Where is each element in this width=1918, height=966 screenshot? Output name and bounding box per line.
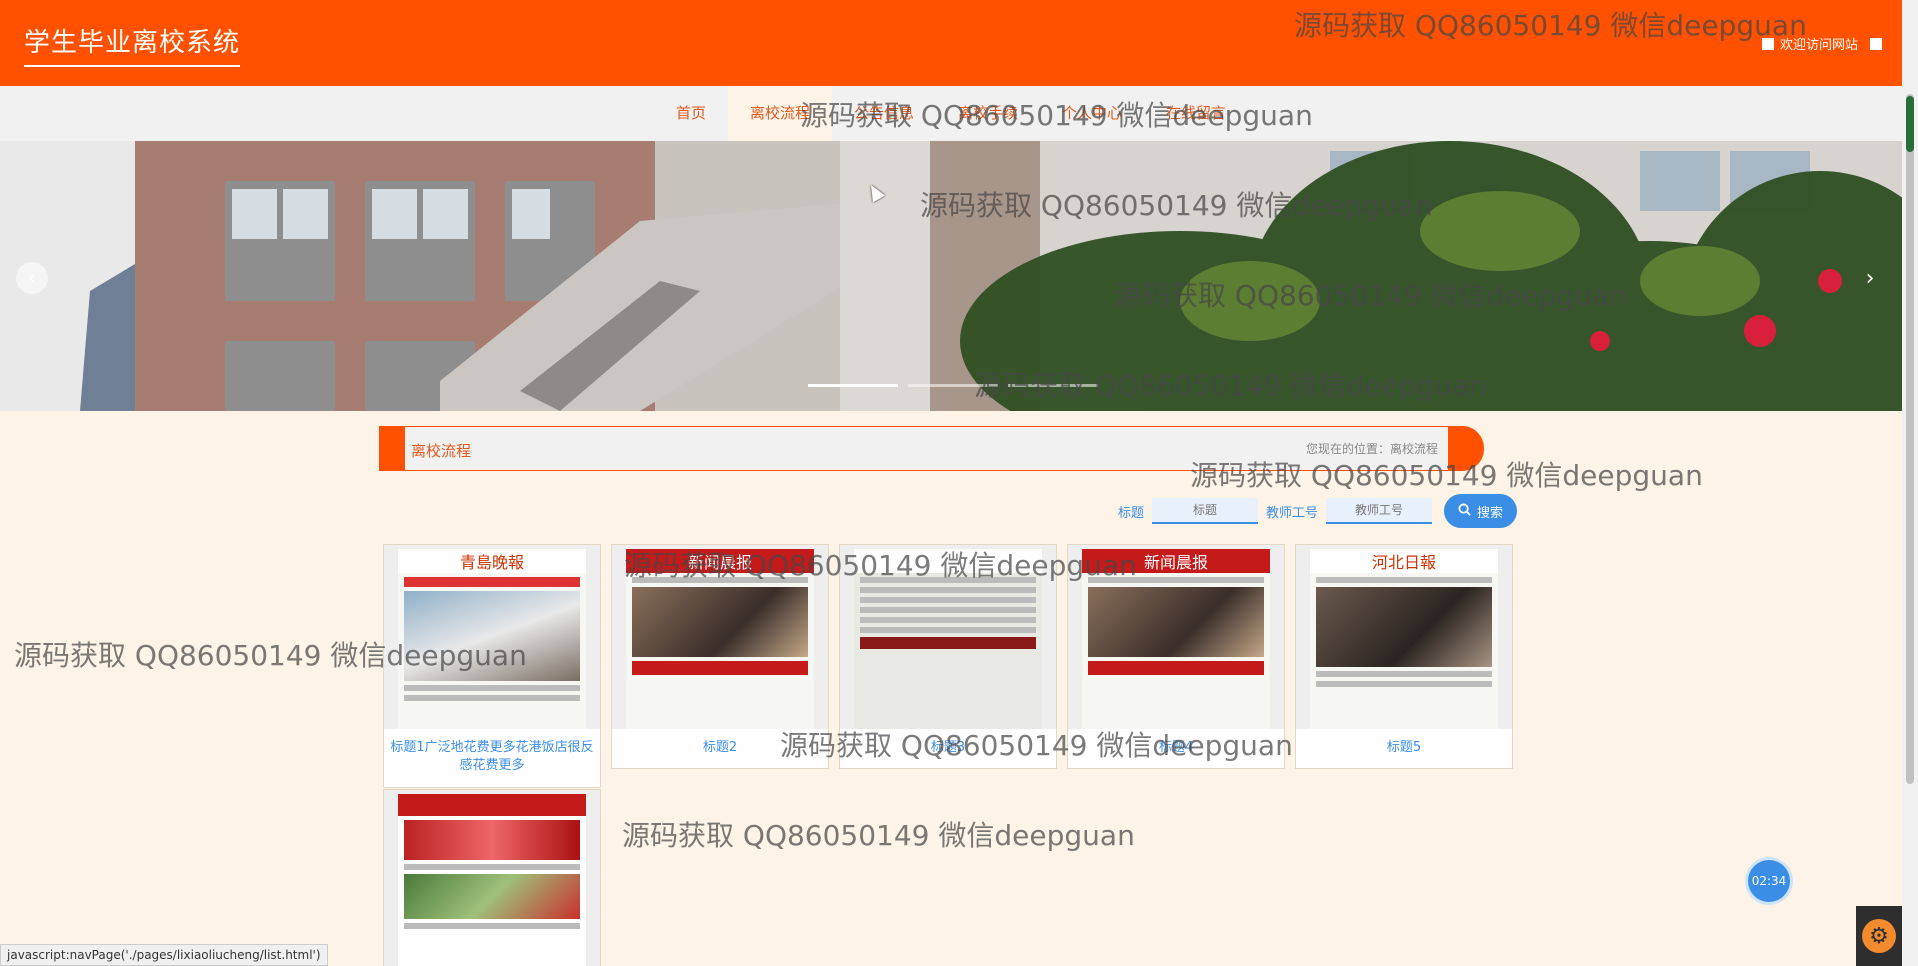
newspaper-masthead: 青島晚報 [398,549,586,573]
timer-badge[interactable]: 02:34 [1748,860,1790,902]
card-caption[interactable]: 标题4 [1068,729,1284,767]
card-caption[interactable]: 标题1广泛地花费更多花港饭店很反感花费更多 [384,729,600,785]
search-button-label: 搜索 [1477,505,1504,521]
carousel-indicator[interactable] [808,384,898,387]
newspaper-masthead [854,549,1042,573]
banner-image [0,141,1902,411]
nav-item-personal-center[interactable]: 个人中心 [1040,86,1144,141]
scrollbar-thumb-highlight [1906,96,1914,152]
carousel-indicator[interactable] [1008,384,1098,387]
banner-carousel[interactable]: ‹ › [0,141,1902,411]
floating-widget[interactable]: ⚙ [1856,906,1902,966]
welcome-label: 欢迎访问网站 [1779,38,1858,53]
watermark-text: 源码获取 QQ86050149 微信deepguan [622,819,1135,852]
card-caption[interactable]: 标题5 [1296,729,1512,767]
section-title: 离校流程 [411,442,472,460]
chevron-left-icon: ‹ [27,265,37,291]
chevron-right-icon: › [1865,265,1875,291]
breadcrumb: 您现在的位置：离校流程 [1305,442,1438,456]
card-thumbnail: 青島晚報 [384,545,600,729]
section-endcap [1448,426,1484,471]
title-search-input[interactable] [1152,498,1259,524]
nav-item-home[interactable]: 首页 [654,86,728,141]
newspaper-masthead [398,794,586,816]
teacher-id-input[interactable] [1326,498,1433,524]
page-scrollbar[interactable] [1902,0,1918,966]
card-thumbnail: 新闻晨报 [612,545,828,729]
welcome-link[interactable]: 欢迎访问网站 [1761,34,1882,53]
site-logo[interactable]: 学生毕业离校系统 [24,22,241,67]
list-item[interactable]: 新闻晨报 标题2 [611,544,829,769]
newspaper-masthead: 新闻晨报 [1082,549,1270,573]
list-item[interactable]: 青島晚報 标题1广泛地花费更多花港饭店很反感花费更多 [383,544,601,788]
main-nav: 首页 离校流程 公告信息 离校手续 个人中心 在线留言 [0,86,1902,141]
search-button[interactable]: 搜索 [1444,494,1518,528]
search-icon [1458,502,1471,520]
list-item[interactable]: 新闻晨报 标题4 [1067,544,1285,769]
carousel-prev-button[interactable]: ‹ [16,262,48,294]
card-caption[interactable]: 标题2 [612,729,828,767]
browser-status-bar: javascript:navPage('./pages/lixiaoliuche… [0,944,328,966]
card-thumbnail: 河北日報 [1296,545,1512,729]
carousel-indicator[interactable] [908,384,998,387]
carousel-next-button[interactable]: › [1854,262,1886,294]
nav-item-messages[interactable]: 在线留言 [1144,86,1248,141]
gear-icon: ⚙ [1862,919,1896,953]
nav-item-announcements[interactable]: 公告信息 [832,86,936,141]
square-icon [1870,37,1882,50]
nav-item-leaving-procedures[interactable]: 离校手续 [936,86,1040,141]
checkbox-icon [1761,37,1774,50]
search-bar: 标题 教师工号 搜索 [1118,494,1518,528]
card-caption[interactable]: 标题3 [840,729,1056,767]
newspaper-masthead: 河北日報 [1310,549,1498,573]
newspaper-masthead: 新闻晨报 [626,549,814,573]
list-item[interactable]: 河北日報 标题5 [1295,544,1513,769]
card-thumbnail: 新闻晨报 [1068,545,1284,729]
scrollbar-thumb[interactable] [1906,94,1914,784]
title-label: 标题 [1118,505,1145,521]
header-bar: 学生毕业离校系统 欢迎访问网站 [0,0,1902,86]
carousel-indicators [808,384,1098,387]
section-header: 离校流程 您现在的位置：离校流程 [379,426,1484,471]
teacher-id-label: 教师工号 [1266,505,1319,521]
list-item[interactable] [383,789,601,966]
list-item[interactable]: 标题3 [839,544,1057,769]
nav-item-leaving-process[interactable]: 离校流程 [727,86,832,141]
card-thumbnail [384,790,600,966]
card-thumbnail [840,545,1056,729]
